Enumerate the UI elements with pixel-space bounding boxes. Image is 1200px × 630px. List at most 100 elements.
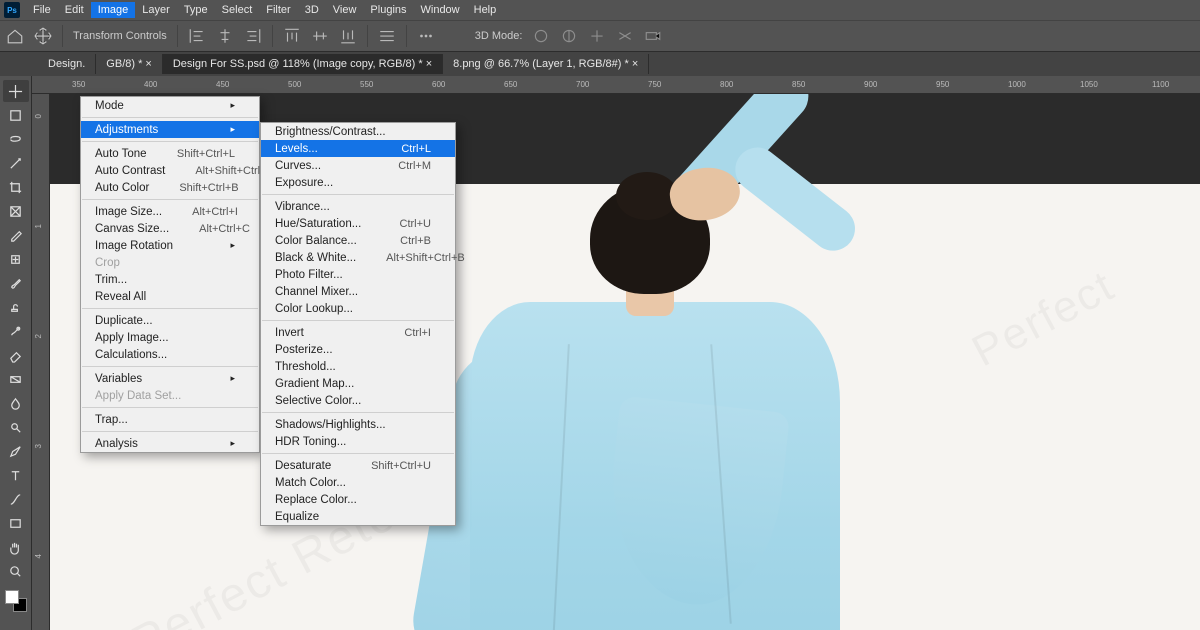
menu-item-auto-tone[interactable]: Auto ToneShift+Ctrl+L <box>81 145 259 162</box>
menu-item-threshold[interactable]: Threshold... <box>261 358 455 375</box>
tool-lasso[interactable] <box>3 128 29 150</box>
menu-item-analysis[interactable]: Analysis <box>81 435 259 452</box>
menu-item-channel-mixer[interactable]: Channel Mixer... <box>261 283 455 300</box>
menu-item-hue-saturation[interactable]: Hue/Saturation...Ctrl+U <box>261 215 455 232</box>
menu-item-canvas-size[interactable]: Canvas Size...Alt+Ctrl+C <box>81 220 259 237</box>
menu-item-trim[interactable]: Trim... <box>81 271 259 288</box>
menu-item-apply-image[interactable]: Apply Image... <box>81 329 259 346</box>
tool-zoom[interactable] <box>3 560 29 582</box>
menu-help[interactable]: Help <box>467 2 504 18</box>
tool-path[interactable] <box>3 488 29 510</box>
menu-item-exposure[interactable]: Exposure... <box>261 174 455 191</box>
ruler-tick: 350 <box>72 80 85 89</box>
menu-item-equalize[interactable]: Equalize <box>261 508 455 525</box>
menu-image[interactable]: ModeAdjustmentsAuto ToneShift+Ctrl+LAuto… <box>80 96 260 453</box>
menu-item-auto-contrast[interactable]: Auto ContrastAlt+Shift+Ctrl+L <box>81 162 259 179</box>
menu-item-auto-color[interactable]: Auto ColorShift+Ctrl+B <box>81 179 259 196</box>
tool-stamp[interactable] <box>3 296 29 318</box>
tool-hand[interactable] <box>3 536 29 558</box>
menu-item-posterize[interactable]: Posterize... <box>261 341 455 358</box>
document-tab[interactable]: Design For SS.psd @ 118% (Image copy, RG… <box>163 54 443 74</box>
menu-edit[interactable]: Edit <box>58 2 91 18</box>
menu-item-color-lookup[interactable]: Color Lookup... <box>261 300 455 317</box>
tool-gradient[interactable] <box>3 368 29 390</box>
3d-roll-icon[interactable] <box>560 27 578 45</box>
menu-item-variables[interactable]: Variables <box>81 370 259 387</box>
tool-frame[interactable] <box>3 200 29 222</box>
tool-rect[interactable] <box>3 512 29 534</box>
tool-move[interactable] <box>3 80 29 102</box>
menu-view[interactable]: View <box>326 2 364 18</box>
tool-history[interactable] <box>3 320 29 342</box>
menu-item-desaturate[interactable]: DesaturateShift+Ctrl+U <box>261 457 455 474</box>
menu-item-trap[interactable]: Trap... <box>81 411 259 428</box>
color-swatch[interactable] <box>5 590 27 612</box>
tool-wand[interactable] <box>3 152 29 174</box>
menu-item-apply-data-set: Apply Data Set... <box>81 387 259 404</box>
align-left-icon[interactable] <box>188 27 206 45</box>
menu-item-gradient-map[interactable]: Gradient Map... <box>261 375 455 392</box>
3d-slide-icon[interactable] <box>616 27 634 45</box>
menu-filter[interactable]: Filter <box>259 2 297 18</box>
menu-item-image-size[interactable]: Image Size...Alt+Ctrl+I <box>81 203 259 220</box>
menu-item-black-white[interactable]: Black & White...Alt+Shift+Ctrl+B <box>261 249 455 266</box>
tool-type[interactable] <box>3 464 29 486</box>
tool-heal[interactable] <box>3 248 29 270</box>
menu-window[interactable]: Window <box>414 2 467 18</box>
align-right-icon[interactable] <box>244 27 262 45</box>
menu-item-mode[interactable]: Mode <box>81 97 259 114</box>
align-middle-icon[interactable] <box>311 27 329 45</box>
menu-item-invert[interactable]: InvertCtrl+I <box>261 324 455 341</box>
menu-file[interactable]: File <box>26 2 58 18</box>
menu-item-match-color[interactable]: Match Color... <box>261 474 455 491</box>
menu-item-color-balance[interactable]: Color Balance...Ctrl+B <box>261 232 455 249</box>
menu-item-image-rotation[interactable]: Image Rotation <box>81 237 259 254</box>
ruler-tick: 700 <box>576 80 589 89</box>
tool-eyedrop[interactable] <box>3 224 29 246</box>
ruler-tick: 450 <box>216 80 229 89</box>
distribute-icon[interactable] <box>378 27 396 45</box>
menu-item-adjustments[interactable]: Adjustments <box>81 121 259 138</box>
ruler-tick: 500 <box>288 80 301 89</box>
document-tab[interactable]: 8.png @ 66.7% (Layer 1, RGB/8#) * × <box>443 54 649 74</box>
tool-artboard[interactable] <box>3 104 29 126</box>
align-bottom-icon[interactable] <box>339 27 357 45</box>
document-tab[interactable]: GB/8) * × <box>96 54 163 74</box>
menu-image[interactable]: Image <box>91 2 136 18</box>
tool-eraser[interactable] <box>3 344 29 366</box>
more-icon[interactable] <box>417 27 435 45</box>
tool-pen[interactable] <box>3 440 29 462</box>
menu-item-selective-color[interactable]: Selective Color... <box>261 392 455 409</box>
3d-pan-icon[interactable] <box>588 27 606 45</box>
ruler-tick: 0 <box>34 114 43 118</box>
3d-camera-icon[interactable] <box>644 27 662 45</box>
document-tab[interactable]: Design. <box>38 54 96 74</box>
menu-item-brightness-contrast[interactable]: Brightness/Contrast... <box>261 123 455 140</box>
menu-select[interactable]: Select <box>215 2 260 18</box>
menu-type[interactable]: Type <box>177 2 215 18</box>
menu-item-calculations[interactable]: Calculations... <box>81 346 259 363</box>
tool-brush[interactable] <box>3 272 29 294</box>
align-center-h-icon[interactable] <box>216 27 234 45</box>
tool-crop[interactable] <box>3 176 29 198</box>
tool-dodge[interactable] <box>3 416 29 438</box>
menu-item-shadows-highlights[interactable]: Shadows/Highlights... <box>261 416 455 433</box>
tool-blur[interactable] <box>3 392 29 414</box>
menu-item-reveal-all[interactable]: Reveal All <box>81 288 259 305</box>
menu-item-curves[interactable]: Curves...Ctrl+M <box>261 157 455 174</box>
menu-item-levels[interactable]: Levels...Ctrl+L <box>261 140 455 157</box>
menu-3d[interactable]: 3D <box>298 2 326 18</box>
menu-item-replace-color[interactable]: Replace Color... <box>261 491 455 508</box>
3d-orbit-icon[interactable] <box>532 27 550 45</box>
menu-layer[interactable]: Layer <box>135 2 177 18</box>
align-top-icon[interactable] <box>283 27 301 45</box>
menu-adjustments[interactable]: Brightness/Contrast...Levels...Ctrl+LCur… <box>260 122 456 526</box>
ruler-tick: 3 <box>34 444 43 448</box>
move-tool-icon[interactable] <box>34 27 52 45</box>
menu-item-photo-filter[interactable]: Photo Filter... <box>261 266 455 283</box>
home-icon[interactable] <box>6 27 24 45</box>
menu-plugins[interactable]: Plugins <box>363 2 413 18</box>
menu-item-duplicate[interactable]: Duplicate... <box>81 312 259 329</box>
menu-item-vibrance[interactable]: Vibrance... <box>261 198 455 215</box>
menu-item-hdr-toning[interactable]: HDR Toning... <box>261 433 455 450</box>
